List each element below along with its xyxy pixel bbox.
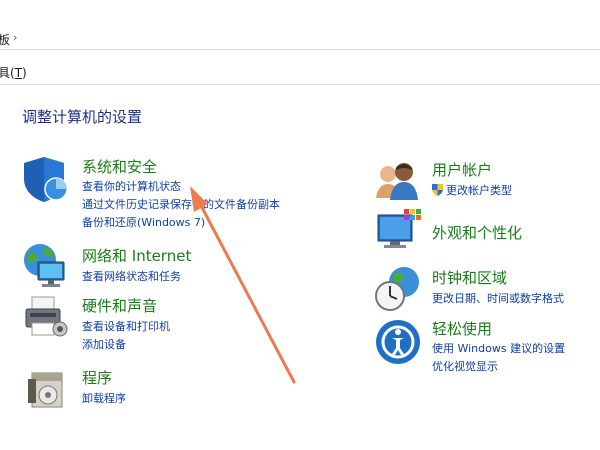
- menu-bar: 具(T): [0, 55, 600, 85]
- category-title-hardware-sound[interactable]: 硬件和声音: [82, 295, 157, 316]
- address-bar[interactable]: 板 ›: [0, 0, 600, 50]
- link-file-history[interactable]: 通过文件历史记录保存你的文件备份副本: [82, 196, 280, 212]
- breadcrumb-item[interactable]: 板: [0, 31, 10, 48]
- menu-tools-accelerator: T: [14, 66, 23, 80]
- shield-icon[interactable]: [22, 155, 70, 203]
- clock-globe-icon[interactable]: [374, 264, 422, 312]
- category-title-programs[interactable]: 程序: [82, 367, 112, 388]
- monitor-palette-icon[interactable]: [374, 207, 422, 255]
- menu-tools[interactable]: 具(T): [0, 64, 27, 81]
- breadcrumb-chevron-icon[interactable]: ›: [13, 31, 17, 44]
- link-change-account-type-label: 更改帐户类型: [446, 184, 512, 197]
- category-title-system-security[interactable]: 系统和安全: [82, 156, 157, 177]
- globe-monitor-icon[interactable]: [22, 242, 70, 290]
- category-title-ease-of-access[interactable]: 轻松使用: [432, 318, 492, 339]
- printer-icon[interactable]: [22, 293, 70, 341]
- link-uninstall-program[interactable]: 卸载程序: [82, 390, 126, 406]
- category-title-network[interactable]: 网络和 Internet: [82, 245, 191, 266]
- menu-tools-prefix: 具(: [0, 66, 15, 80]
- link-add-device[interactable]: 添加设备: [82, 336, 126, 352]
- link-recommended-settings[interactable]: 使用 Windows 建议的设置: [432, 340, 565, 356]
- link-view-computer-status[interactable]: 查看你的计算机状态: [82, 178, 181, 194]
- category-title-user-accounts[interactable]: 用户帐户: [432, 159, 492, 180]
- users-icon[interactable]: [374, 158, 422, 206]
- link-backup-restore[interactable]: 备份和还原(Windows 7): [82, 214, 205, 230]
- program-box-icon[interactable]: [26, 365, 74, 413]
- page-title: 调整计算机的设置: [22, 108, 143, 126]
- category-title-clock-region[interactable]: 时钟和区域: [432, 267, 507, 288]
- link-network-status[interactable]: 查看网络状态和任务: [82, 268, 181, 284]
- link-optimize-visual-display[interactable]: 优化视觉显示: [432, 358, 498, 374]
- link-change-account-type[interactable]: 更改帐户类型: [432, 182, 512, 198]
- link-change-date-time-format[interactable]: 更改日期、时间或数字格式: [432, 290, 564, 306]
- uac-shield-icon: [432, 184, 443, 196]
- link-devices-printers[interactable]: 查看设备和打印机: [82, 318, 170, 334]
- category-title-appearance[interactable]: 外观和个性化: [432, 222, 522, 243]
- ease-of-access-icon[interactable]: [374, 318, 422, 366]
- menu-tools-suffix: ): [22, 66, 27, 80]
